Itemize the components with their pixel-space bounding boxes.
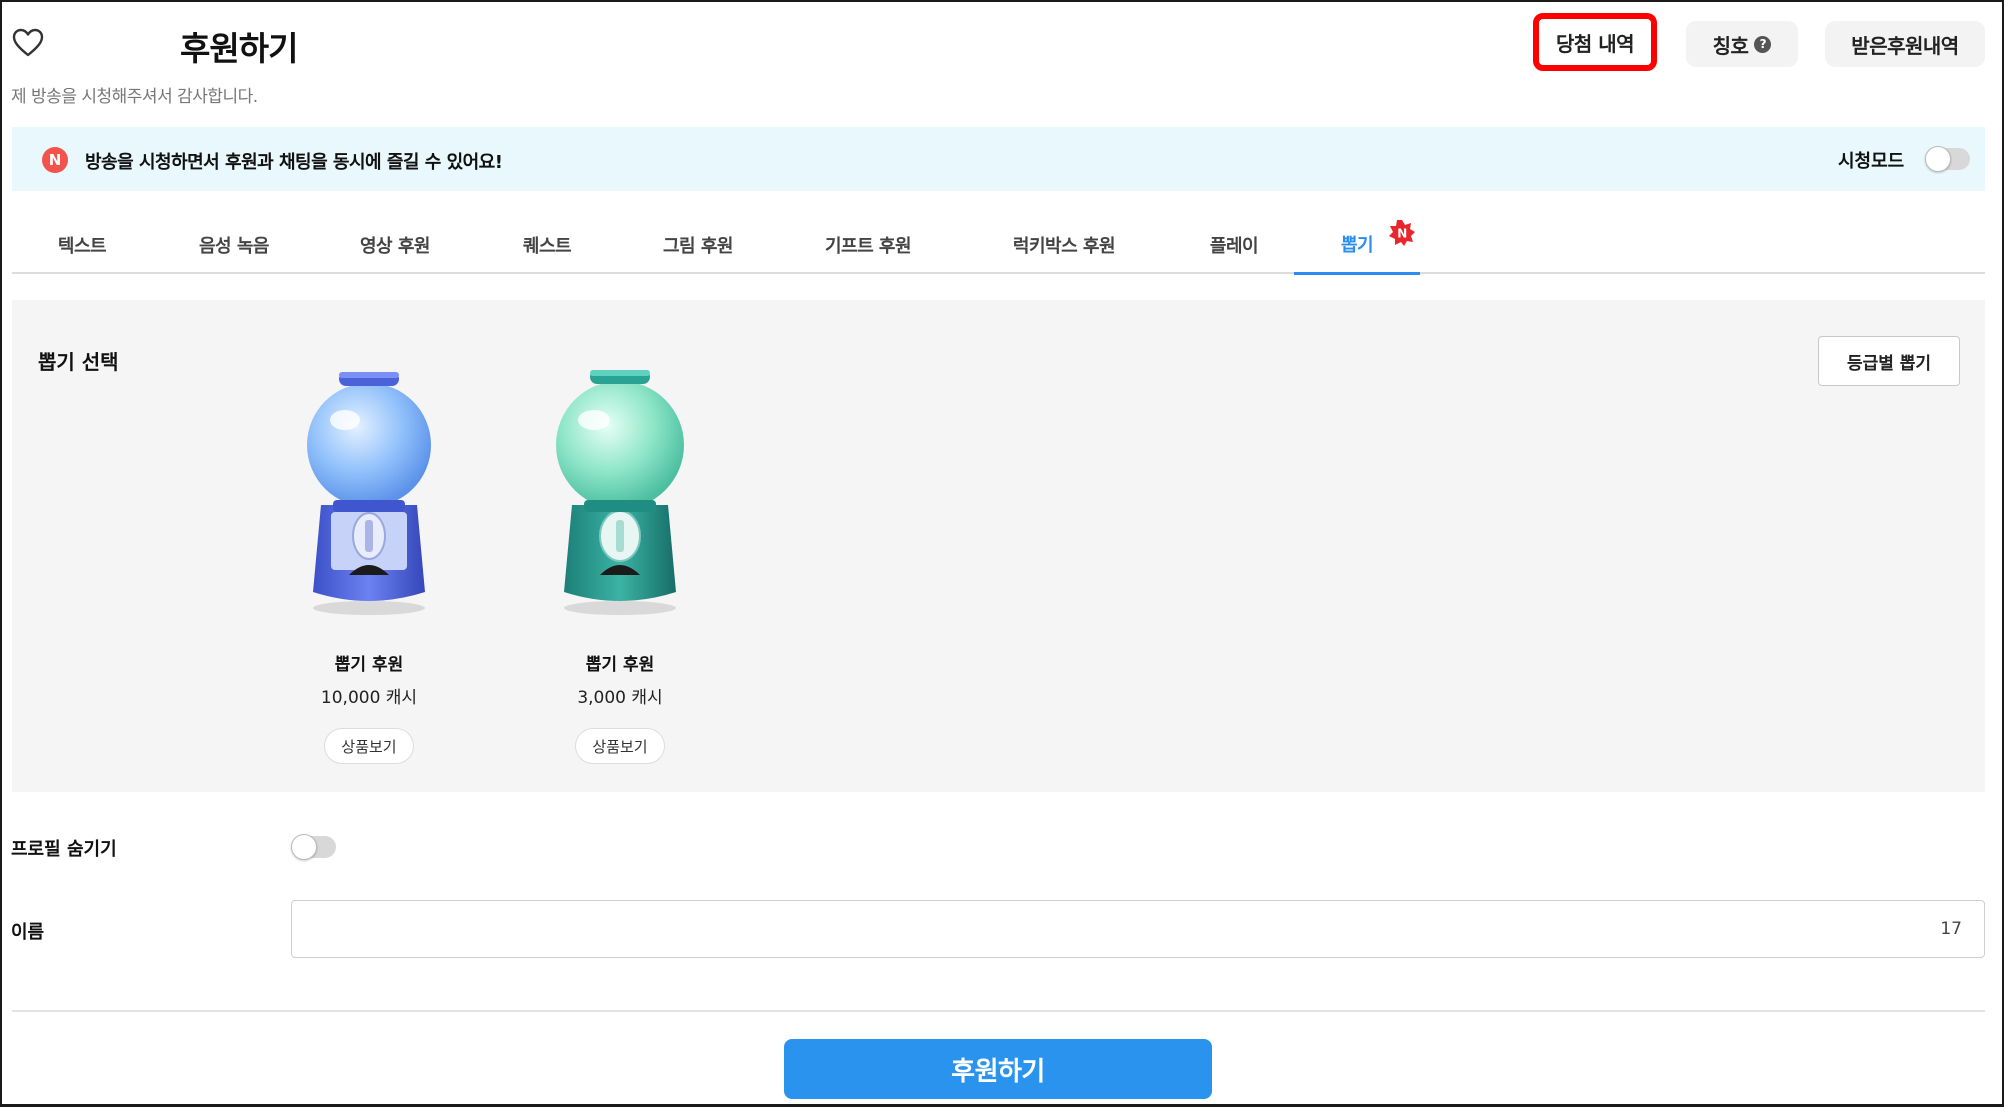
- page-title: 후원하기: [180, 29, 298, 68]
- received-donations-button[interactable]: 받은후원내역: [1825, 21, 1985, 67]
- name-char-counter: 17: [1940, 919, 1962, 939]
- new-badge-icon: N: [42, 147, 68, 173]
- tab-play[interactable]: 플레이: [1164, 216, 1304, 274]
- watch-mode-label: 시청모드: [1838, 151, 1905, 172]
- tab-label: 럭키박스 후원: [1012, 236, 1116, 257]
- title-button-label: 칭호: [1712, 33, 1749, 58]
- tab-label: 퀘스트: [522, 236, 572, 257]
- view-product-button[interactable]: 상품보기: [324, 728, 414, 764]
- new-starburst-icon: N: [1389, 220, 1415, 246]
- tab-label: 영상 후원: [359, 236, 431, 257]
- hide-profile-label: 프로필 숨기기: [11, 839, 117, 860]
- winning-history-button[interactable]: 당첨 내역: [1533, 13, 1657, 71]
- donation-tabs: 텍스트 음성 녹음 영상 후원 퀘스트 그림 후원 기프트 후원 럭키박스 후원…: [12, 216, 1985, 275]
- tab-label: 기프트 후원: [824, 236, 912, 257]
- name-label: 이름: [11, 922, 45, 943]
- tab-label: 텍스트: [57, 236, 107, 257]
- divider: [12, 1010, 1985, 1012]
- tab-label: 음성 녹음: [198, 236, 270, 257]
- item-price: 10,000 캐시: [320, 688, 418, 708]
- hide-profile-toggle[interactable]: [291, 834, 336, 860]
- page-subtitle: 제 방송을 시청해주셔서 감사합니다.: [11, 87, 258, 107]
- notice-text: 방송을 시청하면서 후원과 채팅을 동시에 즐길 수 있어요!: [85, 152, 503, 173]
- tab-label: 그림 후원: [662, 236, 734, 257]
- notice-banner: N 방송을 시청하면서 후원과 채팅을 동시에 즐길 수 있어요! 시청모드: [12, 127, 1985, 191]
- winning-history-label: 당첨 내역: [1555, 31, 1635, 56]
- section-title: 뽑기 선택: [38, 350, 119, 374]
- view-product-button[interactable]: 상품보기: [575, 728, 665, 764]
- gacha-item[interactable]: 뽑기 후원 3,000 캐시 상품보기: [520, 360, 720, 780]
- received-donations-label: 받은후원내역: [1851, 33, 1959, 58]
- tab-luckybox-donation[interactable]: 럭키박스 후원: [984, 216, 1144, 274]
- item-name: 뽑기 후원: [585, 655, 655, 675]
- gacha-item[interactable]: 뽑기 후원 10,000 캐시 상품보기: [269, 360, 469, 780]
- tab-label: 뽑기: [1340, 235, 1374, 256]
- donate-submit-button[interactable]: 후원하기: [784, 1039, 1212, 1099]
- watch-mode-toggle[interactable]: [1925, 146, 1970, 172]
- gacha-panel: 뽑기 선택 등급별 뽑기 뽑기 후원 10,000 캐시 상품보기 뽑기 후원 …: [12, 300, 1985, 792]
- toggle-knob: [291, 834, 317, 860]
- item-price: 3,000 캐시: [577, 688, 663, 708]
- gumball-machine-teal-icon: [556, 370, 684, 615]
- heart-icon[interactable]: [12, 28, 44, 58]
- tab-label: 플레이: [1209, 236, 1259, 257]
- tab-gift-donation[interactable]: 기프트 후원: [798, 216, 938, 274]
- grade-gacha-button[interactable]: 등급별 뽑기: [1818, 336, 1960, 386]
- tab-gacha[interactable]: 뽑기 N: [1294, 216, 1420, 275]
- item-name: 뽑기 후원: [334, 655, 404, 675]
- tab-text[interactable]: 텍스트: [12, 216, 152, 274]
- tab-drawing-donation[interactable]: 그림 후원: [628, 216, 768, 274]
- tab-video-donation[interactable]: 영상 후원: [325, 216, 465, 274]
- tab-quest[interactable]: 퀘스트: [477, 216, 617, 274]
- tab-voice-recording[interactable]: 음성 녹음: [164, 216, 304, 274]
- name-input[interactable]: 17: [291, 900, 1985, 958]
- gumball-machine-blue-icon: [307, 372, 431, 615]
- title-button[interactable]: 칭호 ?: [1686, 21, 1798, 67]
- tab-badge-text: N: [1397, 227, 1407, 241]
- toggle-knob: [1925, 146, 1951, 172]
- help-icon: ?: [1754, 35, 1772, 53]
